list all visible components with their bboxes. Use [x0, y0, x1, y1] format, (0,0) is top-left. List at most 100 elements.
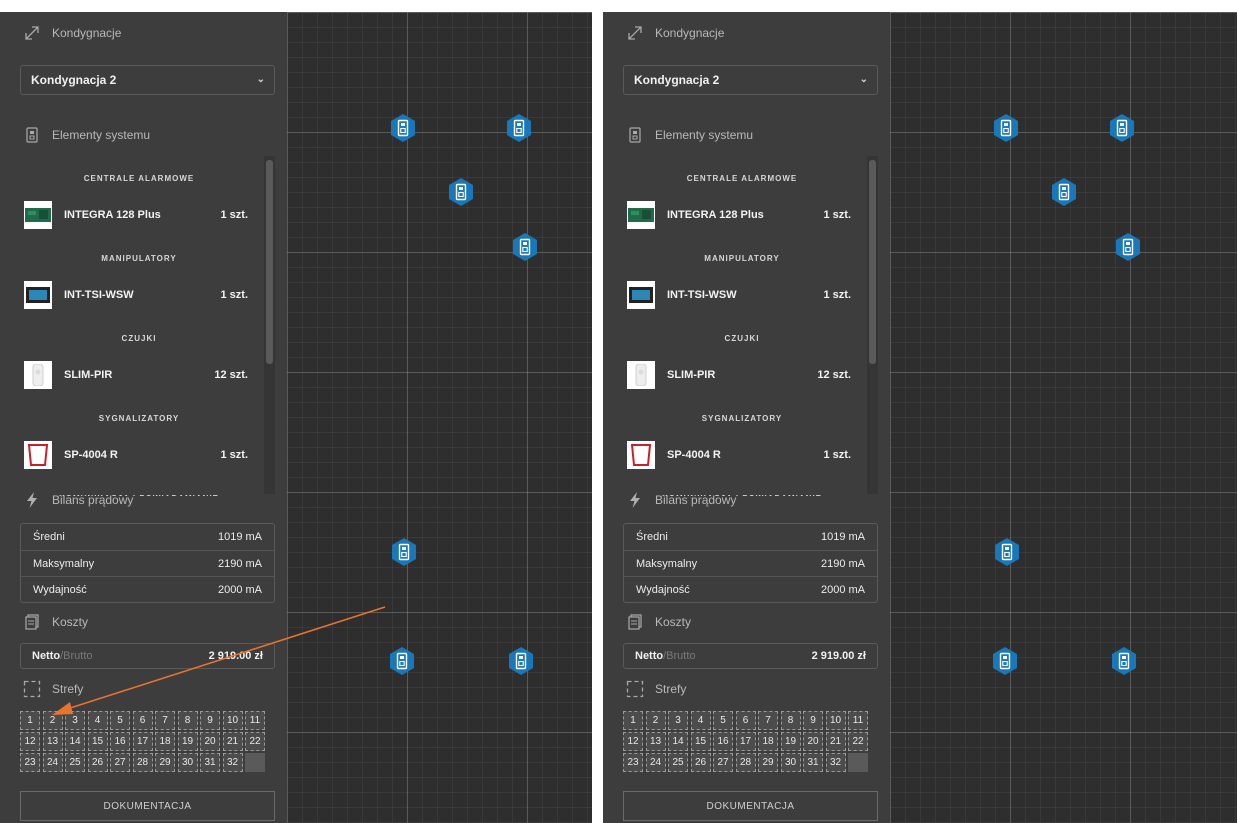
- zone-button[interactable]: 11: [848, 711, 868, 730]
- zone-button[interactable]: 4: [87, 711, 108, 730]
- detector-hexagon-icon[interactable]: [389, 646, 415, 676]
- detector-hexagon-icon[interactable]: [994, 537, 1020, 567]
- zone-button[interactable]: 23: [623, 753, 643, 772]
- zone-button[interactable]: 32: [222, 753, 243, 772]
- elements-scrollbar[interactable]: [264, 156, 275, 494]
- zone-button[interactable]: 12: [20, 732, 40, 751]
- zone-button[interactable]: 1: [20, 711, 40, 730]
- detector-hexagon-icon[interactable]: [1115, 232, 1141, 262]
- zone-button[interactable]: 15: [87, 732, 108, 751]
- zone-button[interactable]: 24: [645, 753, 666, 772]
- detector-hexagon-icon[interactable]: [508, 646, 534, 676]
- zone-button[interactable]: 26: [690, 753, 711, 772]
- zone-button[interactable]: 6: [735, 711, 756, 730]
- documentation-button[interactable]: DOKUMENTACJA: [20, 791, 275, 821]
- zone-button[interactable]: 8: [780, 711, 801, 730]
- zone-button[interactable]: 22: [848, 732, 868, 751]
- floor-select[interactable]: Kondygnacja 2 ⌄: [20, 65, 275, 95]
- zone-button[interactable]: 20: [803, 732, 823, 751]
- zone-button[interactable]: 25: [65, 753, 85, 772]
- zone-button[interactable]: 17: [735, 732, 756, 751]
- detector-hexagon-icon[interactable]: [1111, 646, 1137, 676]
- zone-button[interactable]: 31: [200, 753, 220, 772]
- zone-button[interactable]: 32: [825, 753, 846, 772]
- element-row[interactable]: INTEGRA 128 Plus 1 szt.: [14, 194, 264, 236]
- zone-button[interactable]: 19: [780, 732, 801, 751]
- cost-box[interactable]: Netto/Brutto 2 919.00 zł: [623, 643, 878, 669]
- element-row[interactable]: INT-TSI-WSW 1 szt.: [617, 274, 867, 316]
- zone-button[interactable]: 7: [155, 711, 175, 730]
- zone-button[interactable]: 15: [690, 732, 711, 751]
- zone-button[interactable]: 8: [177, 711, 198, 730]
- zone-button[interactable]: 28: [132, 753, 153, 772]
- zone-button[interactable]: 12: [623, 732, 643, 751]
- zone-button[interactable]: 3: [668, 711, 688, 730]
- zone-button[interactable]: 20: [200, 732, 220, 751]
- zone-button[interactable]: 5: [110, 711, 130, 730]
- detector-hexagon-icon[interactable]: [512, 232, 538, 262]
- zone-button[interactable]: 10: [825, 711, 846, 730]
- zone-button[interactable]: 5: [713, 711, 733, 730]
- zone-button[interactable]: 13: [42, 732, 63, 751]
- cost-type-toggle[interactable]: Netto/Brutto: [32, 650, 93, 662]
- zone-button[interactable]: 9: [803, 711, 823, 730]
- netto-label[interactable]: Netto: [635, 650, 663, 662]
- elements-scrollbar-thumb[interactable]: [869, 160, 876, 364]
- cost-box[interactable]: Netto/Brutto 2 919.00 zł: [20, 643, 275, 669]
- zone-button[interactable]: 6: [132, 711, 153, 730]
- element-row[interactable]: SLIM-PIR 12 szt.: [617, 354, 867, 396]
- element-row[interactable]: INTEGRA 128 Plus 1 szt.: [617, 194, 867, 236]
- zone-button[interactable]: 19: [177, 732, 198, 751]
- documentation-button[interactable]: DOKUMENTACJA: [623, 791, 878, 821]
- zone-button[interactable]: 13: [645, 732, 666, 751]
- zone-button[interactable]: 24: [42, 753, 63, 772]
- zone-button[interactable]: 29: [155, 753, 175, 772]
- elements-list[interactable]: CENTRALE ALARMOWE INTEGRA 128 Plus 1 szt. M…: [14, 156, 264, 496]
- zone-button[interactable]: 26: [87, 753, 108, 772]
- element-row[interactable]: SLIM-PIR 12 szt.: [14, 354, 264, 396]
- zone-button[interactable]: 28: [735, 753, 756, 772]
- elements-scrollbar[interactable]: [867, 156, 878, 494]
- zone-button[interactable]: 25: [668, 753, 688, 772]
- zone-button[interactable]: 27: [713, 753, 733, 772]
- zone-button[interactable]: 30: [780, 753, 801, 772]
- element-row[interactable]: SP-4004 R 1 szt.: [14, 434, 264, 476]
- zone-button[interactable]: 18: [155, 732, 175, 751]
- zone-button[interactable]: 30: [177, 753, 198, 772]
- zone-button[interactable]: 21: [222, 732, 243, 751]
- zone-button[interactable]: 16: [713, 732, 733, 751]
- zone-button[interactable]: 11: [245, 711, 265, 730]
- zone-button[interactable]: 10: [222, 711, 243, 730]
- zone-button[interactable]: 7: [758, 711, 778, 730]
- zone-button[interactable]: 27: [110, 753, 130, 772]
- zone-button[interactable]: 16: [110, 732, 130, 751]
- zone-button[interactable]: 31: [803, 753, 823, 772]
- detector-hexagon-icon[interactable]: [448, 177, 474, 207]
- detector-hexagon-icon[interactable]: [1109, 113, 1135, 143]
- zone-button[interactable]: 29: [758, 753, 778, 772]
- floor-plan-canvas[interactable]: [890, 12, 1237, 823]
- zone-button[interactable]: 4: [690, 711, 711, 730]
- elements-list[interactable]: CENTRALE ALARMOWE INTEGRA 128 Plus 1 szt. M…: [617, 156, 867, 496]
- zone-button[interactable]: 17: [132, 732, 153, 751]
- floor-plan-canvas[interactable]: [287, 12, 592, 823]
- detector-hexagon-icon[interactable]: [992, 646, 1018, 676]
- zone-button[interactable]: 21: [825, 732, 846, 751]
- element-row[interactable]: INT-TSI-WSW 1 szt.: [14, 274, 264, 316]
- zone-button[interactable]: 3: [65, 711, 85, 730]
- element-row[interactable]: SP-4004 R 1 szt.: [617, 434, 867, 476]
- zone-button[interactable]: 1: [623, 711, 643, 730]
- zone-button[interactable]: 2: [645, 711, 666, 730]
- detector-hexagon-icon[interactable]: [506, 113, 532, 143]
- detector-hexagon-icon[interactable]: [390, 113, 416, 143]
- zone-button[interactable]: 18: [758, 732, 778, 751]
- zone-button[interactable]: 14: [668, 732, 688, 751]
- zone-button[interactable]: 2: [42, 711, 63, 730]
- zone-button[interactable]: 23: [20, 753, 40, 772]
- cost-type-toggle[interactable]: Netto/Brutto: [635, 650, 696, 662]
- brutto-label[interactable]: /Brutto: [60, 650, 92, 662]
- detector-hexagon-icon[interactable]: [1051, 177, 1077, 207]
- zone-button[interactable]: 14: [65, 732, 85, 751]
- zone-button[interactable]: 22: [245, 732, 265, 751]
- zone-button[interactable]: 9: [200, 711, 220, 730]
